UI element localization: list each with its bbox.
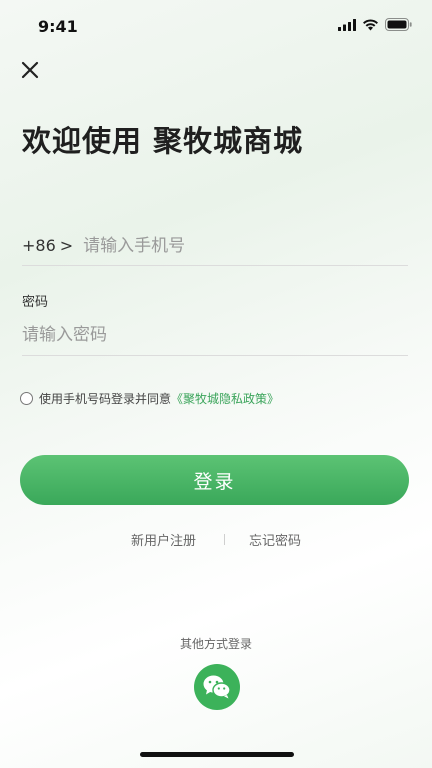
country-code-label: +86 xyxy=(22,236,56,255)
password-row xyxy=(22,314,408,356)
other-login-label: 其他方式登录 xyxy=(179,637,252,651)
phone-input[interactable] xyxy=(83,235,408,256)
phone-row: +86 > xyxy=(22,226,408,266)
privacy-policy-link[interactable]: 《聚牧城隐私政策》 xyxy=(171,390,279,407)
register-link[interactable]: 新用户注册 xyxy=(131,530,196,549)
country-code-selector[interactable]: +86 > xyxy=(22,236,83,255)
close-icon xyxy=(21,61,39,79)
agreement-text: 使用手机号码登录并同意 xyxy=(39,392,172,406)
battery-icon xyxy=(385,18,412,31)
chevron-right-icon: > xyxy=(59,236,74,255)
agreement-row: 使用手机号码登录并同意 《聚牧城隐私政策》 xyxy=(20,390,279,407)
auth-links: 新用户注册 忘记密码 xyxy=(0,530,432,549)
home-indicator xyxy=(140,752,294,757)
password-label: 密码 xyxy=(22,295,49,310)
status-bar: 9:41 xyxy=(0,0,432,54)
wechat-login-button[interactable] xyxy=(194,664,240,710)
signal-icon xyxy=(338,18,356,31)
password-input[interactable] xyxy=(22,324,408,345)
close-button[interactable] xyxy=(18,58,42,82)
status-time: 9:41 xyxy=(38,17,78,36)
status-icons xyxy=(338,18,412,31)
page-title: 欢迎使用 聚牧城商城 xyxy=(22,124,304,158)
forgot-password-link[interactable]: 忘记密码 xyxy=(249,530,301,549)
wechat-icon xyxy=(203,675,231,699)
wifi-icon xyxy=(363,18,378,30)
login-button[interactable]: 登录 xyxy=(20,455,409,505)
links-divider xyxy=(224,534,225,545)
agreement-checkbox[interactable] xyxy=(20,392,33,405)
